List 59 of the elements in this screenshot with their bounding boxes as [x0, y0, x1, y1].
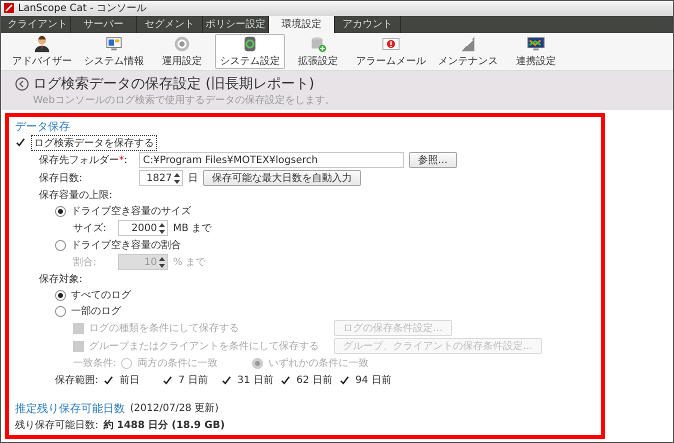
person-icon	[32, 35, 52, 54]
auto-fill-button[interactable]: 保存可能な最大日数を自動入力	[203, 170, 361, 186]
field-label: 割合:	[73, 256, 98, 269]
section-heading: 推定残り保存可能日数	[15, 400, 125, 416]
window-title: LanScope Cat - コンソール	[18, 2, 147, 16]
number-field[interactable]: 1827	[139, 170, 183, 186]
field-label: 残り保存可能日数:	[15, 418, 98, 432]
toolbar-button[interactable]: 運用設定	[151, 34, 213, 70]
back-icon[interactable]	[15, 76, 29, 91]
field-label: 保存先フォルダー*:	[39, 154, 128, 167]
checkbox[interactable]	[103, 374, 114, 386]
toolbar-button[interactable]: メンテナンス	[433, 34, 503, 70]
checkbox[interactable]	[221, 374, 232, 386]
spin-arrows-icon[interactable]	[174, 172, 180, 184]
field-label: 一致条件:	[73, 357, 116, 370]
checkbox-label[interactable]: 94 日前	[355, 373, 394, 387]
field-label: 保存範囲:	[55, 374, 98, 387]
radio-button[interactable]	[55, 206, 66, 216]
radio-label[interactable]: 一部のログ	[71, 304, 121, 318]
page-subtitle: Webコンソールのログ検索で使用するデータの保存設定をします。	[32, 94, 336, 107]
page-title: ログ検索データの保存設定 (旧長期レポート)	[33, 74, 314, 93]
section-heading: データ保存	[15, 118, 70, 134]
checkbox-label[interactable]: 前日	[119, 373, 158, 387]
number-field[interactable]: 2000	[118, 220, 168, 236]
field-label: 保存日数:	[39, 172, 84, 185]
remaining-days: 約 1488 日分 (18.9 GB)	[103, 418, 225, 432]
checkbox[interactable]	[339, 374, 350, 386]
unit-label: MB まで	[173, 222, 212, 235]
checkbox-label[interactable]: 7 日前	[178, 373, 216, 387]
group-label: 保存対象:	[39, 272, 82, 286]
checkbox-label[interactable]: 62 日前	[296, 373, 334, 387]
spin-arrows-icon[interactable]	[159, 222, 165, 234]
spin-arrows-icon[interactable]	[159, 256, 165, 268]
unit-label: 日	[188, 172, 198, 185]
group-label: 保存容量の上限:	[39, 188, 112, 202]
radio-label[interactable]: すべてのログ	[71, 288, 131, 302]
checkbox-label[interactable]: ログ検索データを保存する	[31, 134, 157, 150]
toolbar-button[interactable]: アドバイザー	[7, 34, 77, 70]
tab[interactable]: ポリシー設定	[203, 16, 269, 34]
radio-label[interactable]: ドライブ空き容量のサイズ	[71, 204, 191, 218]
unit-label: % まで	[173, 256, 206, 269]
tab[interactable]: 環境設定	[269, 16, 335, 34]
checkbox[interactable]	[280, 374, 292, 386]
monitor-icon	[526, 35, 546, 54]
toolbar-button[interactable]: 連携設定	[505, 34, 567, 70]
update-date: (2012/07/28 更新)	[130, 402, 219, 415]
browse-button[interactable]: 参照...	[409, 152, 457, 168]
checkbox-label[interactable]: 31 日前	[237, 373, 276, 387]
radio-button[interactable]	[55, 306, 66, 316]
toolbar-button[interactable]: 拡張設定	[287, 34, 349, 70]
toolbar-button[interactable]: システム設定	[215, 34, 285, 70]
app-icon	[4, 3, 14, 14]
radio-button[interactable]	[55, 290, 66, 300]
toolbar-button[interactable]: システム情報	[79, 34, 149, 70]
checkbox[interactable]	[15, 137, 26, 148]
folder-field[interactable]: C:¥Program Files¥MOTEX¥logserch	[139, 152, 404, 168]
toolbar-button[interactable]: アラームメール	[351, 34, 431, 70]
field-label: サイズ:	[73, 222, 108, 235]
checkbox[interactable]	[162, 374, 174, 386]
